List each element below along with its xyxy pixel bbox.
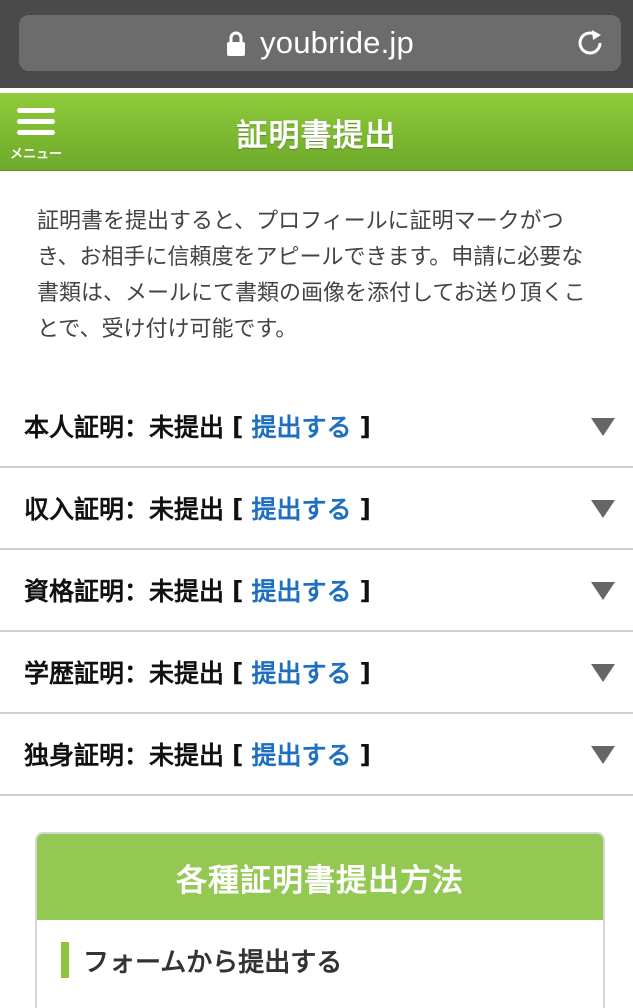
bracket-open: [ [232,411,244,441]
bracket-close: ] [359,575,371,605]
chevron-down-icon[interactable] [591,746,615,764]
page-title: 証明書提出 [236,117,397,154]
bracket-open: [ [232,739,244,769]
certificate-separator: ： [124,413,150,442]
chevron-down-icon[interactable] [591,500,615,518]
bracket-close: ] [359,493,371,523]
menu-label: メニュー [9,147,62,162]
submit-link-single[interactable]: 提出する [251,736,351,772]
bracket-close: ] [359,411,371,441]
reload-icon[interactable] [575,28,605,58]
certificate-row-single[interactable]: 独身証明 ： 未提出 [ 提出する ] [0,714,633,796]
certificate-separator: ： [124,659,150,688]
certificate-name: 収入証明 [24,495,125,524]
certificate-row-income[interactable]: 収入証明 ： 未提出 [ 提出する ] [0,468,633,550]
submission-methods-title: 各種証明書提出方法 [37,834,603,920]
form-submission-title: フォームから提出する [83,947,343,978]
bracket-open: [ [232,575,244,605]
certificate-name: 資格証明 [24,577,125,606]
submit-link-income[interactable]: 提出する [251,490,351,526]
certificate-name: 独身証明 [24,741,125,770]
certificate-status: 未提出 [149,741,225,770]
browser-toolbar: youbride.jp [0,0,633,88]
certificate-row-identity[interactable]: 本人証明 ： 未提出 [ 提出する ] [0,386,633,468]
app-header: 証明書提出 メニュー [0,93,633,171]
certificate-status: 未提出 [149,495,225,524]
certificate-row-qualification[interactable]: 資格証明 ： 未提出 [ 提出する ] [0,550,633,632]
certificate-status: 未提出 [149,413,225,442]
bracket-close: ] [359,657,371,687]
certificate-separator: ： [124,495,150,524]
certificate-name: 本人証明 [24,413,125,442]
hamburger-icon [17,108,55,135]
menu-button[interactable]: メニュー [8,105,64,163]
submit-link-qualification[interactable]: 提出する [251,572,351,608]
certificate-status: 未提出 [149,659,225,688]
certificate-list: 本人証明 ： 未提出 [ 提出する ] 収入証明 ： 未提出 [ 提出する ] … [0,386,633,796]
accent-bar [61,942,69,978]
submit-link-education[interactable]: 提出する [251,654,351,690]
intro-text: 証明書を提出すると、プロフィールに証明マークがつき、お相手に信頼度をアピールでき… [37,209,586,342]
submit-link-identity[interactable]: 提出する [251,408,351,444]
form-submission-heading: フォームから提出する [61,942,342,978]
url-text: youbride.jp [260,25,414,60]
bracket-open: [ [232,657,244,687]
certificate-name: 学歴証明 [24,659,125,688]
submission-methods-card: 各種証明書提出方法 フォームから提出する [35,832,605,1008]
certificate-status: 未提出 [149,577,225,606]
chevron-down-icon[interactable] [591,664,615,682]
certificate-separator: ： [124,577,150,606]
url-bar[interactable]: youbride.jp [19,15,621,71]
lock-icon [227,31,246,56]
chevron-down-icon[interactable] [591,418,615,436]
certificate-separator: ： [124,741,150,770]
bracket-close: ] [359,739,371,769]
bracket-open: [ [232,493,244,523]
chevron-down-icon[interactable] [591,582,615,600]
certificate-row-education[interactable]: 学歴証明 ： 未提出 [ 提出する ] [0,632,633,714]
